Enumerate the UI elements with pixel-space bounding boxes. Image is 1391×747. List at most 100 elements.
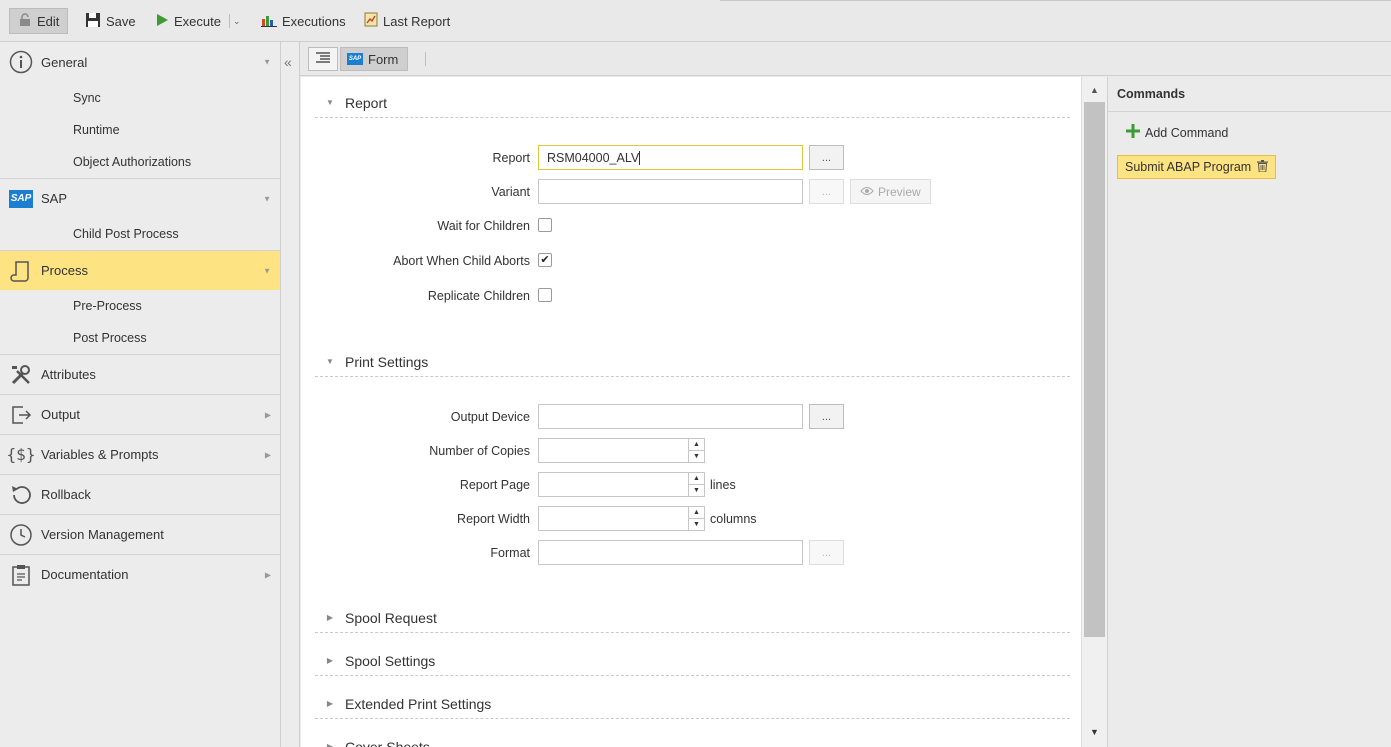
stepper-down-icon[interactable]: ▼ — [689, 485, 704, 497]
sidebar-section-documentation[interactable]: Documentation ▶ — [0, 554, 280, 594]
form-panel: ▼ Report Report RSM04000_ALV ... Variant… — [301, 77, 1081, 747]
sidebar-item-sync[interactable]: Sync — [0, 82, 280, 114]
format-input[interactable] — [538, 540, 803, 565]
scrollbar-thumb[interactable] — [1084, 102, 1105, 637]
wait-for-children-checkbox[interactable] — [538, 218, 552, 232]
tab-separator — [425, 52, 426, 66]
toolbar-top-line — [720, 0, 1391, 1]
report-icon — [364, 12, 378, 30]
execute-button[interactable]: Execute — [147, 8, 229, 34]
stepper-buttons: ▲ ▼ — [688, 507, 704, 530]
stepper-up-icon[interactable]: ▲ — [689, 507, 704, 519]
sidebar-section-variables[interactable]: {$} Variables & Prompts ▶ — [0, 434, 280, 474]
sidebar-section-general[interactable]: General ▼ — [0, 42, 280, 82]
sidebar-section-label: SAP — [41, 191, 68, 206]
trash-icon[interactable] — [1257, 159, 1269, 175]
variant-browse-button[interactable]: ... — [809, 179, 844, 204]
executions-button[interactable]: Executions — [253, 8, 354, 34]
last-report-button[interactable]: Last Report — [356, 8, 458, 34]
expand-down-icon: ▼ — [263, 57, 271, 67]
sidebar-section-rollback[interactable]: Rollback — [0, 474, 280, 514]
sidebar-item-post-process[interactable]: Post Process — [0, 322, 280, 354]
stepper-up-icon[interactable]: ▲ — [689, 439, 704, 451]
output-device-input[interactable] — [538, 404, 803, 429]
sidebar-item-object-authorizations[interactable]: Object Authorizations — [0, 146, 280, 178]
save-disk-icon — [85, 12, 101, 31]
expand-caret-icon: ▶ — [326, 699, 334, 708]
variant-field-label: Variant — [491, 185, 530, 199]
commands-panel: Commands Add Command Submit ABAP Program — [1107, 77, 1391, 747]
sidebar-section-label: General — [41, 54, 88, 70]
report-field-label: Report — [492, 151, 530, 165]
scroll-down-icon[interactable]: ▼ — [1090, 727, 1099, 737]
sap-logo-icon: SAP — [347, 53, 363, 65]
tab-list-view[interactable] — [308, 47, 338, 71]
output-device-label: Output Device — [450, 410, 530, 424]
sidebar-section-sap[interactable]: SAP SAP ▼ — [0, 178, 280, 218]
report-page-stepper[interactable]: ▲ ▼ — [538, 472, 705, 497]
collapse-caret-icon: ▼ — [326, 98, 334, 107]
stepper-up-icon[interactable]: ▲ — [689, 473, 704, 485]
replicate-children-checkbox[interactable] — [538, 288, 552, 302]
executions-label: Executions — [282, 13, 346, 29]
sidebar-item-child-post-process[interactable]: Child Post Process — [0, 218, 280, 250]
abort-when-child-aborts-label: Abort When Child Aborts — [393, 254, 530, 268]
clipboard-icon — [9, 563, 33, 587]
sidebar-section-attributes[interactable]: Attributes — [0, 354, 280, 394]
section-spool-request-header[interactable]: ▶ Spool Request — [315, 603, 1070, 633]
execute-label: Execute — [174, 13, 221, 29]
format-browse-button[interactable]: ... — [809, 540, 844, 565]
stepper-down-icon[interactable]: ▼ — [689, 519, 704, 531]
report-page-unit: lines — [710, 478, 736, 492]
add-command-button[interactable]: Add Command — [1126, 124, 1228, 141]
edit-button[interactable]: Edit — [9, 8, 69, 34]
text-cursor — [639, 150, 641, 165]
report-input[interactable]: RSM04000_ALV — [538, 145, 803, 170]
replicate-children-label: Replicate Children — [427, 289, 530, 303]
edit-lock-icon — [18, 12, 32, 30]
section-cover-sheets-header[interactable]: ▶ Cover Sheets — [315, 732, 1070, 747]
last-report-label: Last Report — [383, 13, 451, 29]
form-scrollbar[interactable]: ▲ ▼ — [1081, 77, 1107, 747]
play-icon — [155, 13, 169, 30]
tab-form-label: Form — [368, 51, 399, 67]
sidebar-item-runtime[interactable]: Runtime — [0, 114, 280, 146]
sidebar-section-process[interactable]: Process ▼ — [0, 250, 280, 290]
command-chip[interactable]: Submit ABAP Program — [1117, 155, 1277, 179]
save-label: Save — [106, 13, 136, 29]
report-input-value: RSM04000_ALV — [547, 150, 640, 165]
sidebar-section-version-management[interactable]: Version Management — [0, 514, 280, 554]
section-title: Print Settings — [345, 353, 429, 370]
execute-dropdown-chevron-icon[interactable]: ⌄ — [229, 8, 245, 34]
section-title: Report — [345, 94, 388, 111]
abort-when-child-aborts-checkbox[interactable]: ✔ — [538, 253, 552, 267]
sidebar-section-label: Rollback — [41, 487, 91, 502]
variant-input[interactable] — [538, 179, 803, 204]
section-report-header[interactable]: ▼ Report — [315, 88, 1070, 118]
stepper-down-icon[interactable]: ▼ — [689, 451, 704, 463]
expand-right-icon: ▶ — [264, 410, 271, 419]
edit-label: Edit — [37, 13, 60, 29]
report-browse-button[interactable]: ... — [809, 145, 844, 170]
report-width-stepper[interactable]: ▲ ▼ — [538, 506, 705, 531]
save-button[interactable]: Save — [77, 8, 144, 34]
rollback-icon — [9, 483, 33, 507]
preview-button[interactable]: Preview — [850, 179, 931, 204]
tab-form[interactable]: SAP Form — [340, 47, 408, 71]
sidebar: General ▼ Sync Runtime Object Authorizat… — [0, 42, 281, 747]
double-chevron-left-icon[interactable]: « — [284, 54, 292, 70]
section-extended-print-settings-header[interactable]: ▶ Extended Print Settings — [315, 689, 1070, 719]
format-label: Format — [490, 546, 530, 560]
sidebar-section-label: Documentation — [41, 567, 129, 582]
sidebar-section-label: Attributes — [41, 367, 96, 382]
sidebar-section-label: Version Management — [41, 527, 164, 542]
sidebar-section-output[interactable]: Output ▶ — [0, 394, 280, 434]
wrench-screwdriver-icon — [9, 363, 33, 387]
section-print-settings-header[interactable]: ▼ Print Settings — [315, 347, 1070, 377]
number-of-copies-stepper[interactable]: ▲ ▼ — [538, 438, 705, 463]
sidebar-collapse-bar[interactable]: « — [281, 42, 300, 747]
section-spool-settings-header[interactable]: ▶ Spool Settings — [315, 646, 1070, 676]
sidebar-item-pre-process[interactable]: Pre-Process — [0, 290, 280, 322]
output-device-browse-button[interactable]: ... — [809, 404, 844, 429]
scroll-up-icon[interactable]: ▲ — [1090, 85, 1099, 95]
